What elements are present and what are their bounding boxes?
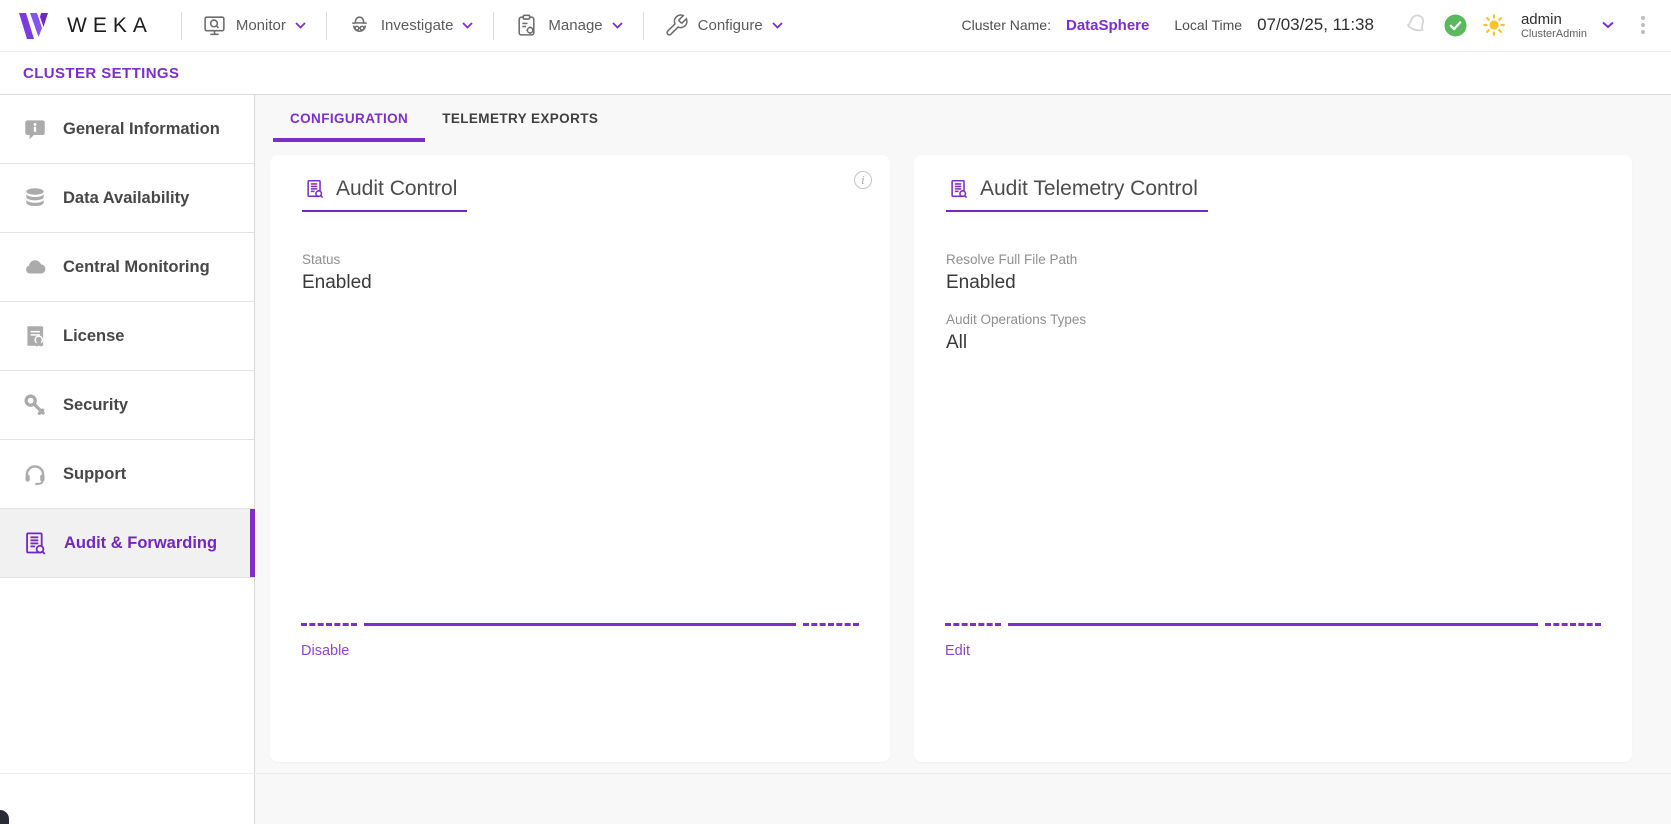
tab-bar: CONFIGURATION TELEMETRY EXPORTS (270, 95, 1671, 142)
menu-configure[interactable]: Configure (664, 13, 783, 38)
sidebar-item-label: Central Monitoring (63, 258, 210, 277)
sidebar-item-security[interactable]: Security (0, 371, 254, 440)
user-role: ClusterAdmin (1521, 28, 1587, 41)
edit-button[interactable]: Edit (945, 643, 970, 659)
cluster-name-label: Cluster Name: (962, 17, 1051, 33)
monitor-search-icon (202, 13, 227, 38)
menu-investigate[interactable]: Investigate (347, 13, 474, 38)
card-title-row: Audit Control (302, 177, 467, 212)
menu-manage[interactable]: Manage (514, 13, 622, 38)
sidebar-item-label: General Information (63, 120, 220, 139)
notification-bell-icon[interactable] (1403, 12, 1429, 38)
audit-operations-types-field: Audit Operations Types All (946, 312, 1600, 354)
local-time-label: Local Time (1174, 17, 1242, 33)
tab-configuration[interactable]: CONFIGURATION (273, 95, 425, 142)
field-value: Enabled (302, 272, 858, 294)
sidebar-item-support[interactable]: Support (0, 440, 254, 509)
sidebar-item-general-information[interactable]: General Information (0, 95, 254, 164)
weka-logo-text: WEKA (67, 14, 153, 38)
chevron-down-icon (462, 22, 473, 29)
card-title-row: Audit Telemetry Control (946, 177, 1208, 212)
sidebar-item-data-availability[interactable]: Data Availability (0, 164, 254, 233)
content-area: CONFIGURATION TELEMETRY EXPORTS (255, 95, 1671, 824)
menu-configure-label: Configure (698, 17, 763, 34)
status-field: Status Enabled (302, 252, 858, 294)
health-ok-check-icon[interactable] (1444, 14, 1467, 37)
menu-monitor-label: Monitor (236, 17, 286, 34)
detective-icon (347, 13, 372, 38)
settings-sidebar: General Information Data Availability Ce… (0, 95, 255, 824)
disable-button[interactable]: Disable (301, 643, 349, 659)
card-title: Audit Telemetry Control (980, 177, 1198, 201)
audit-telemetry-control-card: Audit Telemetry Control Resolve Full Fil… (914, 155, 1632, 762)
sidebar-item-label: Audit & Forwarding (64, 534, 217, 553)
field-value: Enabled (946, 272, 1600, 294)
audit-control-card: Audit Control i Status Enabled Disable (270, 155, 890, 762)
page-title: CLUSTER SETTINGS (23, 65, 179, 82)
resolve-full-file-path-field: Resolve Full File Path Enabled (946, 252, 1600, 294)
chevron-down-icon (612, 22, 623, 29)
tab-telemetry-exports[interactable]: TELEMETRY EXPORTS (425, 95, 615, 142)
chevron-down-icon (772, 22, 783, 29)
purple-divider (945, 623, 1601, 626)
theme-sun-icon[interactable] (1482, 13, 1506, 37)
topbar-divider (493, 12, 494, 40)
chevron-down-icon (295, 22, 306, 29)
field-label: Audit Operations Types (946, 312, 1600, 327)
menu-manage-label: Manage (548, 17, 602, 34)
cluster-name-value: DataSphere (1066, 17, 1149, 34)
field-label: Resolve Full File Path (946, 252, 1600, 267)
user-name: admin (1521, 11, 1562, 28)
purple-divider (301, 623, 859, 626)
info-tooltip-icon (22, 116, 48, 142)
headset-icon (22, 461, 48, 487)
sidebar-item-audit-and-forwarding[interactable]: Audit & Forwarding (0, 509, 254, 578)
sidebar-item-label: Security (63, 396, 128, 415)
topbar-divider (181, 12, 182, 40)
field-label: Status (302, 252, 858, 267)
topbar-divider (326, 12, 327, 40)
field-value: All (946, 332, 1600, 354)
local-time-value: 07/03/25, 11:38 (1257, 15, 1374, 35)
wrench-icon (664, 13, 689, 38)
overflow-menu-icon[interactable] (1635, 12, 1651, 38)
clipboard-gear-icon (514, 13, 539, 38)
top-navigation-bar: WEKA Monitor Investigate (0, 0, 1671, 52)
audit-doc-icon (948, 178, 970, 200)
key-icon (22, 392, 48, 418)
chevron-down-icon[interactable] (1602, 21, 1614, 29)
weka-logo[interactable]: WEKA (18, 13, 153, 39)
audit-doc-icon (22, 530, 49, 557)
audit-doc-icon (304, 178, 326, 200)
sidebar-item-central-monitoring[interactable]: Central Monitoring (0, 233, 254, 302)
weka-logo-icon (18, 13, 56, 39)
info-icon[interactable]: i (854, 171, 872, 189)
sidebar-item-label: Data Availability (63, 189, 189, 208)
database-icon (22, 185, 48, 211)
card-title: Audit Control (336, 177, 457, 201)
sidebar-item-license[interactable]: License (0, 302, 254, 371)
menu-investigate-label: Investigate (381, 17, 454, 34)
cloud-icon (22, 254, 48, 280)
user-menu[interactable]: admin ClusterAdmin (1521, 11, 1587, 41)
topbar-divider (643, 12, 644, 40)
sidebar-item-label: Support (63, 465, 126, 484)
license-icon (22, 323, 48, 349)
menu-monitor[interactable]: Monitor (202, 13, 306, 38)
sidebar-item-label: License (63, 327, 124, 346)
page-header: CLUSTER SETTINGS (0, 52, 1671, 95)
